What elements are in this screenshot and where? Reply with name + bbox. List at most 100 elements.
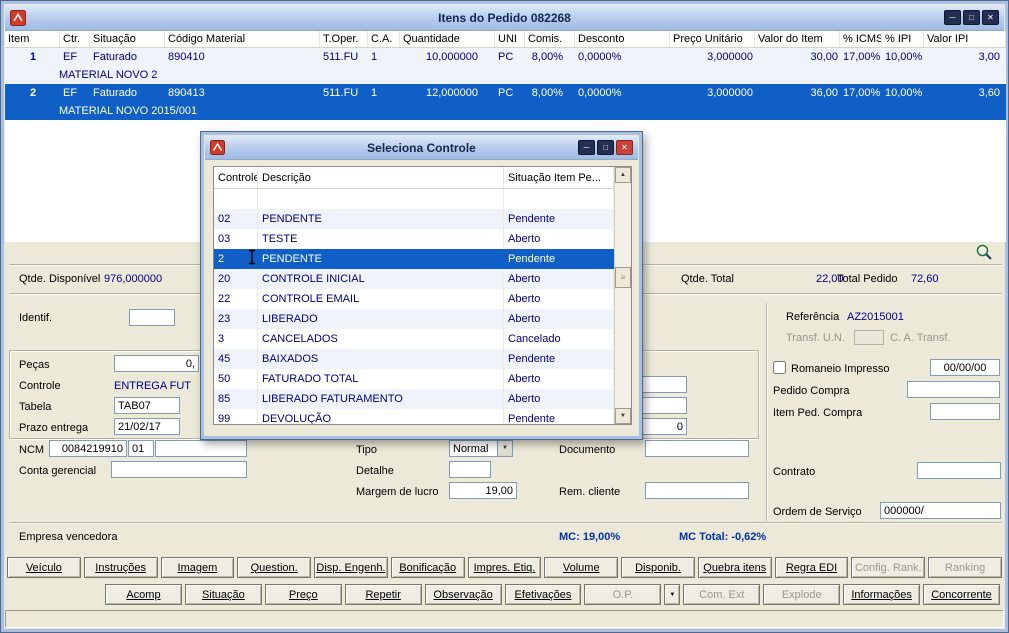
situacao-button[interactable]: Situação [184, 584, 262, 605]
grid-cell: 0,0000% [578, 87, 622, 99]
detalhe-input[interactable] [449, 461, 491, 478]
grid-row-selected[interactable]: 2 EF Faturado 890413 511.FU 1 12,000000 … [5, 84, 1006, 102]
dialog-row[interactable]: 99 DEVOLUÇÃO Pendente [214, 409, 614, 424]
volume-button[interactable]: Volume [544, 557, 619, 578]
informacoes-button[interactable]: Informações [843, 584, 921, 605]
maximize-icon[interactable]: □ [597, 140, 614, 155]
close-icon[interactable]: ✕ [616, 140, 633, 155]
grid-column-header[interactable]: UNI [495, 31, 525, 47]
dialog-titlebar[interactable]: Seleciona Controle ─ □ ✕ [205, 136, 638, 160]
dialog-row-selected[interactable]: 2 PENDENTE Pendente [214, 249, 614, 269]
contrato-input[interactable] [917, 462, 1001, 479]
disponib-button[interactable]: Disponib. [621, 557, 695, 578]
grid-column-header[interactable]: Valor do Item [755, 31, 840, 47]
grid-column-header[interactable]: Comis. [525, 31, 575, 47]
dialog-row[interactable]: 20 CONTROLE INICIAL Aberto [214, 269, 614, 289]
minimize-icon[interactable]: ─ [944, 10, 961, 25]
tabela-label: Tabela [19, 401, 52, 413]
grid-column-header[interactable]: Desconto [575, 31, 670, 47]
prazo-entrega-input[interactable] [114, 418, 180, 435]
zoom-icon[interactable] [975, 243, 993, 261]
grid-column-header[interactable]: Situação [90, 31, 165, 47]
grid-column-header[interactable]: % IPI [882, 31, 924, 47]
efetivacoes-button[interactable]: Efetivações [504, 584, 582, 605]
grid-column-header[interactable]: C.A. [368, 31, 400, 47]
dialog-row[interactable]: 03 TESTE Aberto [214, 229, 614, 249]
grid-column-header[interactable]: Preço Unitário [670, 31, 755, 47]
dialog-cell: FATURADO TOTAL [258, 369, 504, 389]
dialog-column-header[interactable]: Descrição [258, 167, 504, 188]
dialog-row[interactable]: 22 CONTROLE EMAIL Aberto [214, 289, 614, 309]
dialog-cell: LIBERADO FATURAMENTO [258, 389, 504, 409]
documento-label: Documento [559, 444, 616, 456]
main-titlebar[interactable]: Itens do Pedido 082268 ─ □ ✕ [5, 5, 1004, 31]
conta-gerencial-input[interactable] [111, 461, 247, 478]
tipo-select[interactable]: Normal ▼ [449, 440, 513, 457]
dialog-title: Seleciona Controle [367, 140, 476, 155]
instrucoes-button[interactable]: Instruções [83, 557, 158, 578]
tabela-input[interactable] [114, 397, 180, 414]
dialog-row[interactable]: 85 LIBERADO FATURAMENTO Aberto [214, 389, 614, 409]
dialog-cell: Cancelado [504, 329, 614, 349]
repetir-button[interactable]: Repetir [344, 584, 422, 605]
scroll-up-icon[interactable]: ▲ [615, 167, 631, 183]
grid-column-header[interactable]: Quantidade [400, 31, 495, 47]
grid-row[interactable]: 1 EF Faturado 890410 511.FU 1 10,000000 … [5, 48, 1006, 66]
grid-cell: 12,000000 [426, 87, 478, 99]
ncm-ext-input[interactable] [128, 440, 154, 457]
observacao-button[interactable]: Observação [424, 584, 502, 605]
romaneio-checkbox[interactable] [773, 361, 786, 374]
veiculo-button[interactable]: Veículo [7, 557, 81, 578]
dialog-column-header[interactable]: Controle [214, 167, 258, 188]
grid-column-header[interactable]: Valor IPI [924, 31, 1006, 47]
dialog-row[interactable]: 02 PENDENTE Pendente [214, 209, 614, 229]
identif-input[interactable] [129, 309, 175, 326]
dialog-row[interactable]: 50 FATURADO TOTAL Aberto [214, 369, 614, 389]
grid-column-header[interactable]: % ICMS [840, 31, 882, 47]
rem-cliente-input[interactable] [645, 482, 749, 499]
dialog-row[interactable]: 45 BAIXADOS Pendente [214, 349, 614, 369]
concorrente-button[interactable]: Concorrente [923, 584, 1000, 605]
pecas-input[interactable] [114, 355, 199, 372]
close-icon[interactable]: ✕ [982, 10, 999, 25]
impres-etiq-button[interactable]: Impres. Etiq. [467, 557, 542, 578]
imagem-button[interactable]: Imagem [160, 557, 235, 578]
grid-column-header[interactable]: Item [5, 31, 60, 47]
maximize-icon[interactable]: □ [963, 10, 980, 25]
scrollbar-thumb[interactable]: ≡ [615, 267, 631, 288]
dialog-column-header[interactable]: Situação Item Pe... [504, 167, 614, 188]
dialog-cell [504, 189, 614, 209]
chevron-down-icon[interactable]: ▼ [497, 441, 512, 456]
bonificacao-button[interactable]: Bonificação [390, 557, 465, 578]
dialog-cell: Aberto [504, 229, 614, 249]
pedido-compra-input[interactable] [907, 381, 1000, 398]
margem-lucro-input[interactable] [449, 482, 517, 499]
grid-column-header[interactable]: Ctr. [60, 31, 90, 47]
scroll-down-icon[interactable]: ▼ [615, 408, 631, 424]
quebra-itens-button[interactable]: Quebra itens [697, 557, 772, 578]
separator [9, 522, 1002, 523]
question-button[interactable]: Question. [237, 557, 312, 578]
dialog-row[interactable]: 3 CANCELADOS Cancelado [214, 329, 614, 349]
dialog-row[interactable] [214, 189, 614, 209]
grid-cell: 511.FU [323, 51, 359, 63]
op-dropdown-icon[interactable]: ▼ [664, 584, 681, 605]
scrollbar-track[interactable]: ▲ ≡ ▼ [614, 167, 631, 424]
grid-row-description[interactable]: MATERIAL NOVO 2015/001 [5, 102, 1006, 120]
romaneio-date-input[interactable] [930, 359, 1000, 376]
ordem-servico-input[interactable] [880, 502, 1001, 519]
grid-row-description[interactable]: MATERIAL NOVO 2 [5, 66, 1006, 84]
documento-input[interactable] [645, 440, 749, 457]
tipo-select-value: Normal [453, 443, 489, 455]
ncm-extra-input[interactable] [155, 440, 247, 457]
regra-edi-button[interactable]: Regra EDI [774, 557, 849, 578]
grid-column-header[interactable]: T.Oper. [320, 31, 368, 47]
ncm-input[interactable] [49, 440, 127, 457]
grid-column-header[interactable]: Código Material [165, 31, 320, 47]
disp-engenh-button[interactable]: Disp. Engenh. [314, 557, 388, 578]
item-ped-compra-input[interactable] [930, 403, 1000, 420]
dialog-row[interactable]: 23 LIBERADO Aberto [214, 309, 614, 329]
preco-button[interactable]: Preço [264, 584, 342, 605]
minimize-icon[interactable]: ─ [578, 140, 595, 155]
acomp-button[interactable]: Acomp [105, 584, 182, 605]
